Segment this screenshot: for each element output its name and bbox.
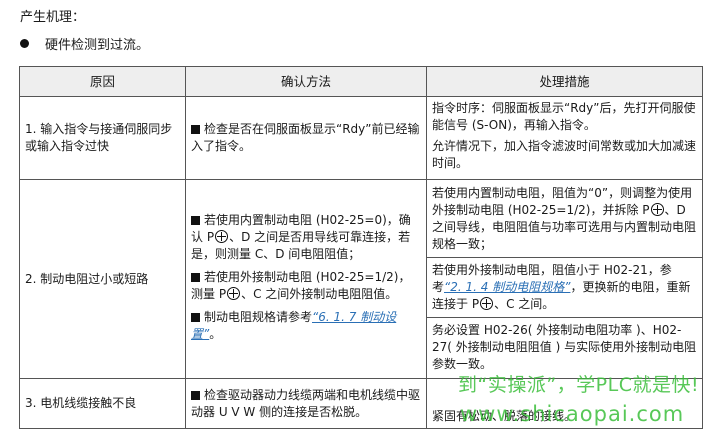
header-action: 处理措施 — [426, 66, 703, 97]
action-text: 若使用外接制动电阻，阻值小于 H02-21，参考“2. 1. 4 制动电阻规格”… — [427, 257, 702, 313]
brake-resistor-spec-link[interactable]: “2. 1. 4 制动电阻规格” — [444, 280, 570, 294]
bullet-text: 硬件检测到过流。 — [45, 38, 150, 53]
action-cell: 指令时序：伺服面板显示“Rdy”后，先打开伺服使能信号 (S-ON)，再输入指令… — [426, 96, 703, 180]
table-header-row: 原因 确认方法 处理措施 — [19, 66, 703, 97]
action-text: 若使用内置制动电阻，阻值为“0”，则调整为使用外接制动电阻 (H02-25=1/… — [432, 185, 697, 253]
square-bullet-icon — [191, 272, 200, 282]
table-row: 2. 制动电阻过小或短路 若使用内置制动电阻 (H02-25=0)，确认 P 、D… — [19, 179, 703, 379]
check-item: 检查是否在伺服面板显示“Rdy”前已经输入了指令。 — [191, 121, 421, 155]
check-text: 检查是否在伺服面板显示“Rdy”前已经输入了指令。 — [191, 122, 420, 153]
section-heading: 产生机理： — [20, 10, 86, 25]
check-text: 、C 之间外接制动电阻阻值。 — [241, 286, 398, 301]
cause-cell: 1. 输入指令与接通伺服同步或输入指令过快 — [19, 96, 186, 180]
check-cell: 若使用内置制动电阻 (H02-25=0)，确认 P 、D 之间是否用导线可靠连接，… — [185, 179, 427, 379]
check-cell: 检查是否在伺服面板显示“Rdy”前已经输入了指令。 — [185, 96, 427, 180]
check-text: 。 — [209, 326, 222, 341]
plus-circle-icon — [215, 229, 229, 243]
action-text: 务必设置 H02-26( 外接制动电阻功率 )、H02-27( 外接制动电阻阻值… — [427, 317, 702, 373]
header-cause: 原因 — [19, 66, 186, 97]
check-item: 检查驱动器动力线缆两端和电机线缆中驱动器 U V W 侧的连接是否松脱。 — [191, 387, 421, 421]
check-cell: 检查驱动器动力线缆两端和电机线缆中驱动器 U V W 侧的连接是否松脱。 — [185, 378, 427, 429]
square-bullet-icon — [191, 215, 200, 225]
check-item: 制动电阻规格请参考“6. 1. 7 制动设置”。 — [191, 309, 421, 343]
check-text: 制动电阻规格请参考 — [204, 309, 313, 324]
action-text: 允许情况下，加入指令滤波时间常数或加大加减速时间。 — [432, 139, 697, 170]
cause-cell: 3. 电机线缆接触不良 — [19, 378, 186, 429]
square-bullet-icon — [191, 125, 200, 134]
cause-cell: 2. 制动电阻过小或短路 — [19, 179, 186, 379]
watermark-url: www.shicaopai.com — [460, 402, 685, 426]
check-text: 检查驱动器动力线缆两端和电机线缆中驱动器 U V W 侧的连接是否松脱。 — [191, 387, 421, 419]
plus-circle-icon — [227, 286, 241, 300]
bullet-item: 硬件检测到过流。 — [20, 34, 149, 53]
table-row: 1. 输入指令与接通伺服同步或输入指令过快 检查是否在伺服面板显示“Rdy”前已… — [19, 96, 703, 180]
check-item: 若使用内置制动电阻 (H02-25=0)，确认 P 、D 之间是否用导线可靠连接，… — [191, 212, 421, 263]
bullet-dot-icon — [20, 39, 29, 48]
check-item: 若使用外接制动电阻 (H02-25=1/2)，测量 P 、C 之间外接制动电阻阻值… — [191, 269, 421, 303]
header-check: 确认方法 — [185, 66, 427, 97]
plus-circle-icon — [650, 203, 664, 216]
action-text: 指令时序：伺服面板显示“Rdy”后，先打开伺服使能信号 (S-ON)，再输入指令… — [432, 101, 696, 132]
plus-circle-icon — [480, 297, 494, 310]
action-text-part: 、C 之间。 — [494, 297, 555, 311]
action-cell: 若使用内置制动电阻，阻值为“0”，则调整为使用外接制动电阻 (H02-25=1/… — [426, 179, 703, 379]
square-bullet-icon — [191, 312, 200, 322]
watermark-slogan: 到“实操派”，学PLC就是快! — [458, 374, 700, 396]
square-bullet-icon — [191, 390, 200, 400]
